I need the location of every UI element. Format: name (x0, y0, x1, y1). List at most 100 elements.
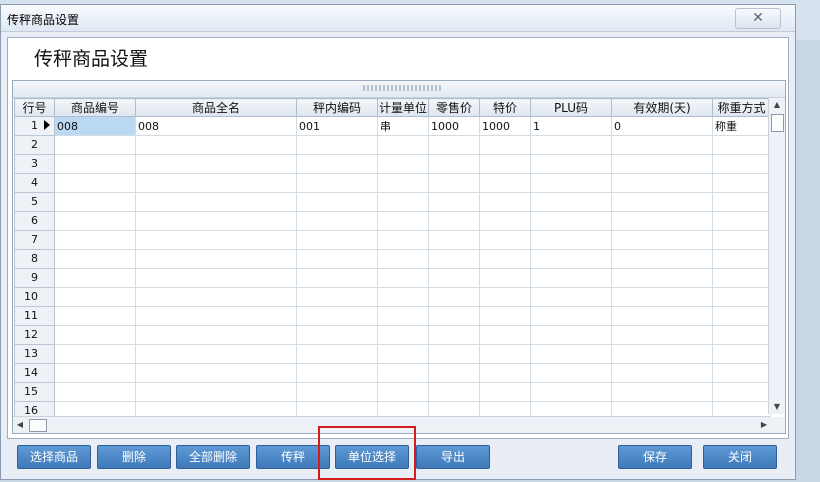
column-header[interactable]: 有效期(天) (611, 98, 713, 117)
column-header[interactable]: 商品全名 (135, 98, 297, 117)
row-number[interactable]: 6 (14, 211, 55, 231)
drag-grip-icon[interactable] (363, 85, 443, 91)
table-cell[interactable] (296, 249, 378, 269)
row-number[interactable]: 10 (14, 287, 55, 307)
table-cell[interactable] (530, 382, 612, 402)
table-cell[interactable]: 1000 (428, 116, 480, 136)
table-cell[interactable] (428, 192, 480, 212)
table-cell[interactable] (479, 230, 531, 250)
close-button[interactable]: 关闭 (703, 445, 777, 469)
column-header[interactable]: 零售价 (428, 98, 480, 117)
table-cell[interactable] (135, 230, 297, 250)
table-cell[interactable] (712, 287, 771, 307)
table-cell[interactable] (377, 192, 429, 212)
select-goods-button[interactable]: 选择商品 (17, 445, 91, 469)
table-cell[interactable] (611, 268, 713, 288)
table-cell[interactable] (54, 230, 136, 250)
table-cell[interactable] (54, 287, 136, 307)
table-cell[interactable] (530, 192, 612, 212)
table-cell[interactable] (296, 192, 378, 212)
table-cell[interactable]: 0 (611, 116, 713, 136)
table-cell[interactable] (296, 363, 378, 383)
table-cell[interactable] (530, 230, 612, 250)
table-row[interactable]: 4 (14, 173, 771, 193)
table-cell[interactable] (611, 325, 713, 345)
table-cell[interactable] (712, 363, 771, 383)
table-cell[interactable] (479, 173, 531, 193)
table-cell[interactable] (428, 173, 480, 193)
table-row[interactable]: 14 (14, 363, 771, 383)
row-number[interactable]: 13 (14, 344, 55, 364)
table-cell[interactable] (296, 382, 378, 402)
table-cell[interactable] (479, 363, 531, 383)
row-number[interactable]: 9 (14, 268, 55, 288)
table-cell[interactable] (377, 363, 429, 383)
table-cell[interactable] (712, 344, 771, 364)
table-cell[interactable] (712, 306, 771, 326)
row-number[interactable]: 11 (14, 306, 55, 326)
table-cell[interactable] (135, 306, 297, 326)
table-cell[interactable] (135, 325, 297, 345)
table-cell[interactable] (135, 382, 297, 402)
table-cell[interactable] (428, 154, 480, 174)
export-button[interactable]: 导出 (416, 445, 490, 469)
table-cell[interactable] (54, 249, 136, 269)
table-cell[interactable]: 称重 (712, 116, 771, 136)
table-cell[interactable] (530, 173, 612, 193)
table-cell[interactable] (135, 192, 297, 212)
table-cell[interactable] (54, 268, 136, 288)
table-cell[interactable] (296, 268, 378, 288)
table-cell[interactable]: 008 (135, 116, 297, 136)
table-cell[interactable] (296, 287, 378, 307)
table-cell[interactable] (479, 382, 531, 402)
row-number[interactable]: 2 (14, 135, 55, 155)
table-cell[interactable] (712, 135, 771, 155)
table-cell[interactable] (712, 230, 771, 250)
table-row[interactable]: 6 (14, 211, 771, 231)
table-cell[interactable] (712, 211, 771, 231)
table-cell[interactable] (611, 344, 713, 364)
table-cell[interactable] (479, 192, 531, 212)
table-cell[interactable] (611, 382, 713, 402)
table-cell[interactable] (479, 154, 531, 174)
table-cell[interactable] (611, 287, 713, 307)
table-cell[interactable] (611, 211, 713, 231)
table-cell[interactable] (428, 344, 480, 364)
table-cell[interactable] (296, 306, 378, 326)
table-cell[interactable] (611, 306, 713, 326)
row-number[interactable]: 5 (14, 192, 55, 212)
table-cell[interactable] (428, 249, 480, 269)
table-cell[interactable] (377, 325, 429, 345)
table-cell[interactable] (428, 306, 480, 326)
table-cell[interactable] (530, 306, 612, 326)
table-cell[interactable] (377, 268, 429, 288)
table-cell[interactable] (712, 249, 771, 269)
save-button[interactable]: 保存 (618, 445, 692, 469)
table-cell[interactable] (530, 135, 612, 155)
column-header[interactable]: 商品编号 (54, 98, 136, 117)
table-cell[interactable] (54, 192, 136, 212)
row-number[interactable]: 1 (14, 116, 55, 136)
table-cell[interactable]: 1000 (479, 116, 531, 136)
table-cell[interactable]: 串 (377, 116, 429, 136)
table-cell[interactable] (135, 249, 297, 269)
table-cell[interactable] (296, 325, 378, 345)
table-cell[interactable] (479, 287, 531, 307)
column-header[interactable]: 特价 (479, 98, 531, 117)
table-cell[interactable] (611, 363, 713, 383)
table-row[interactable]: 10 (14, 287, 771, 307)
table-cell[interactable] (530, 211, 612, 231)
table-cell[interactable] (296, 135, 378, 155)
table-cell[interactable] (54, 211, 136, 231)
delete-all-button[interactable]: 全部删除 (176, 445, 250, 469)
table-cell[interactable] (712, 382, 771, 402)
table-cell[interactable] (530, 363, 612, 383)
row-number[interactable]: 14 (14, 363, 55, 383)
table-cell[interactable] (54, 382, 136, 402)
table-cell[interactable] (54, 344, 136, 364)
scroll-down-icon[interactable]: ▼ (769, 400, 785, 414)
table-cell[interactable] (479, 268, 531, 288)
table-row[interactable]: 11 (14, 306, 771, 326)
scroll-up-icon[interactable]: ▲ (769, 98, 785, 112)
table-cell[interactable] (428, 211, 480, 231)
